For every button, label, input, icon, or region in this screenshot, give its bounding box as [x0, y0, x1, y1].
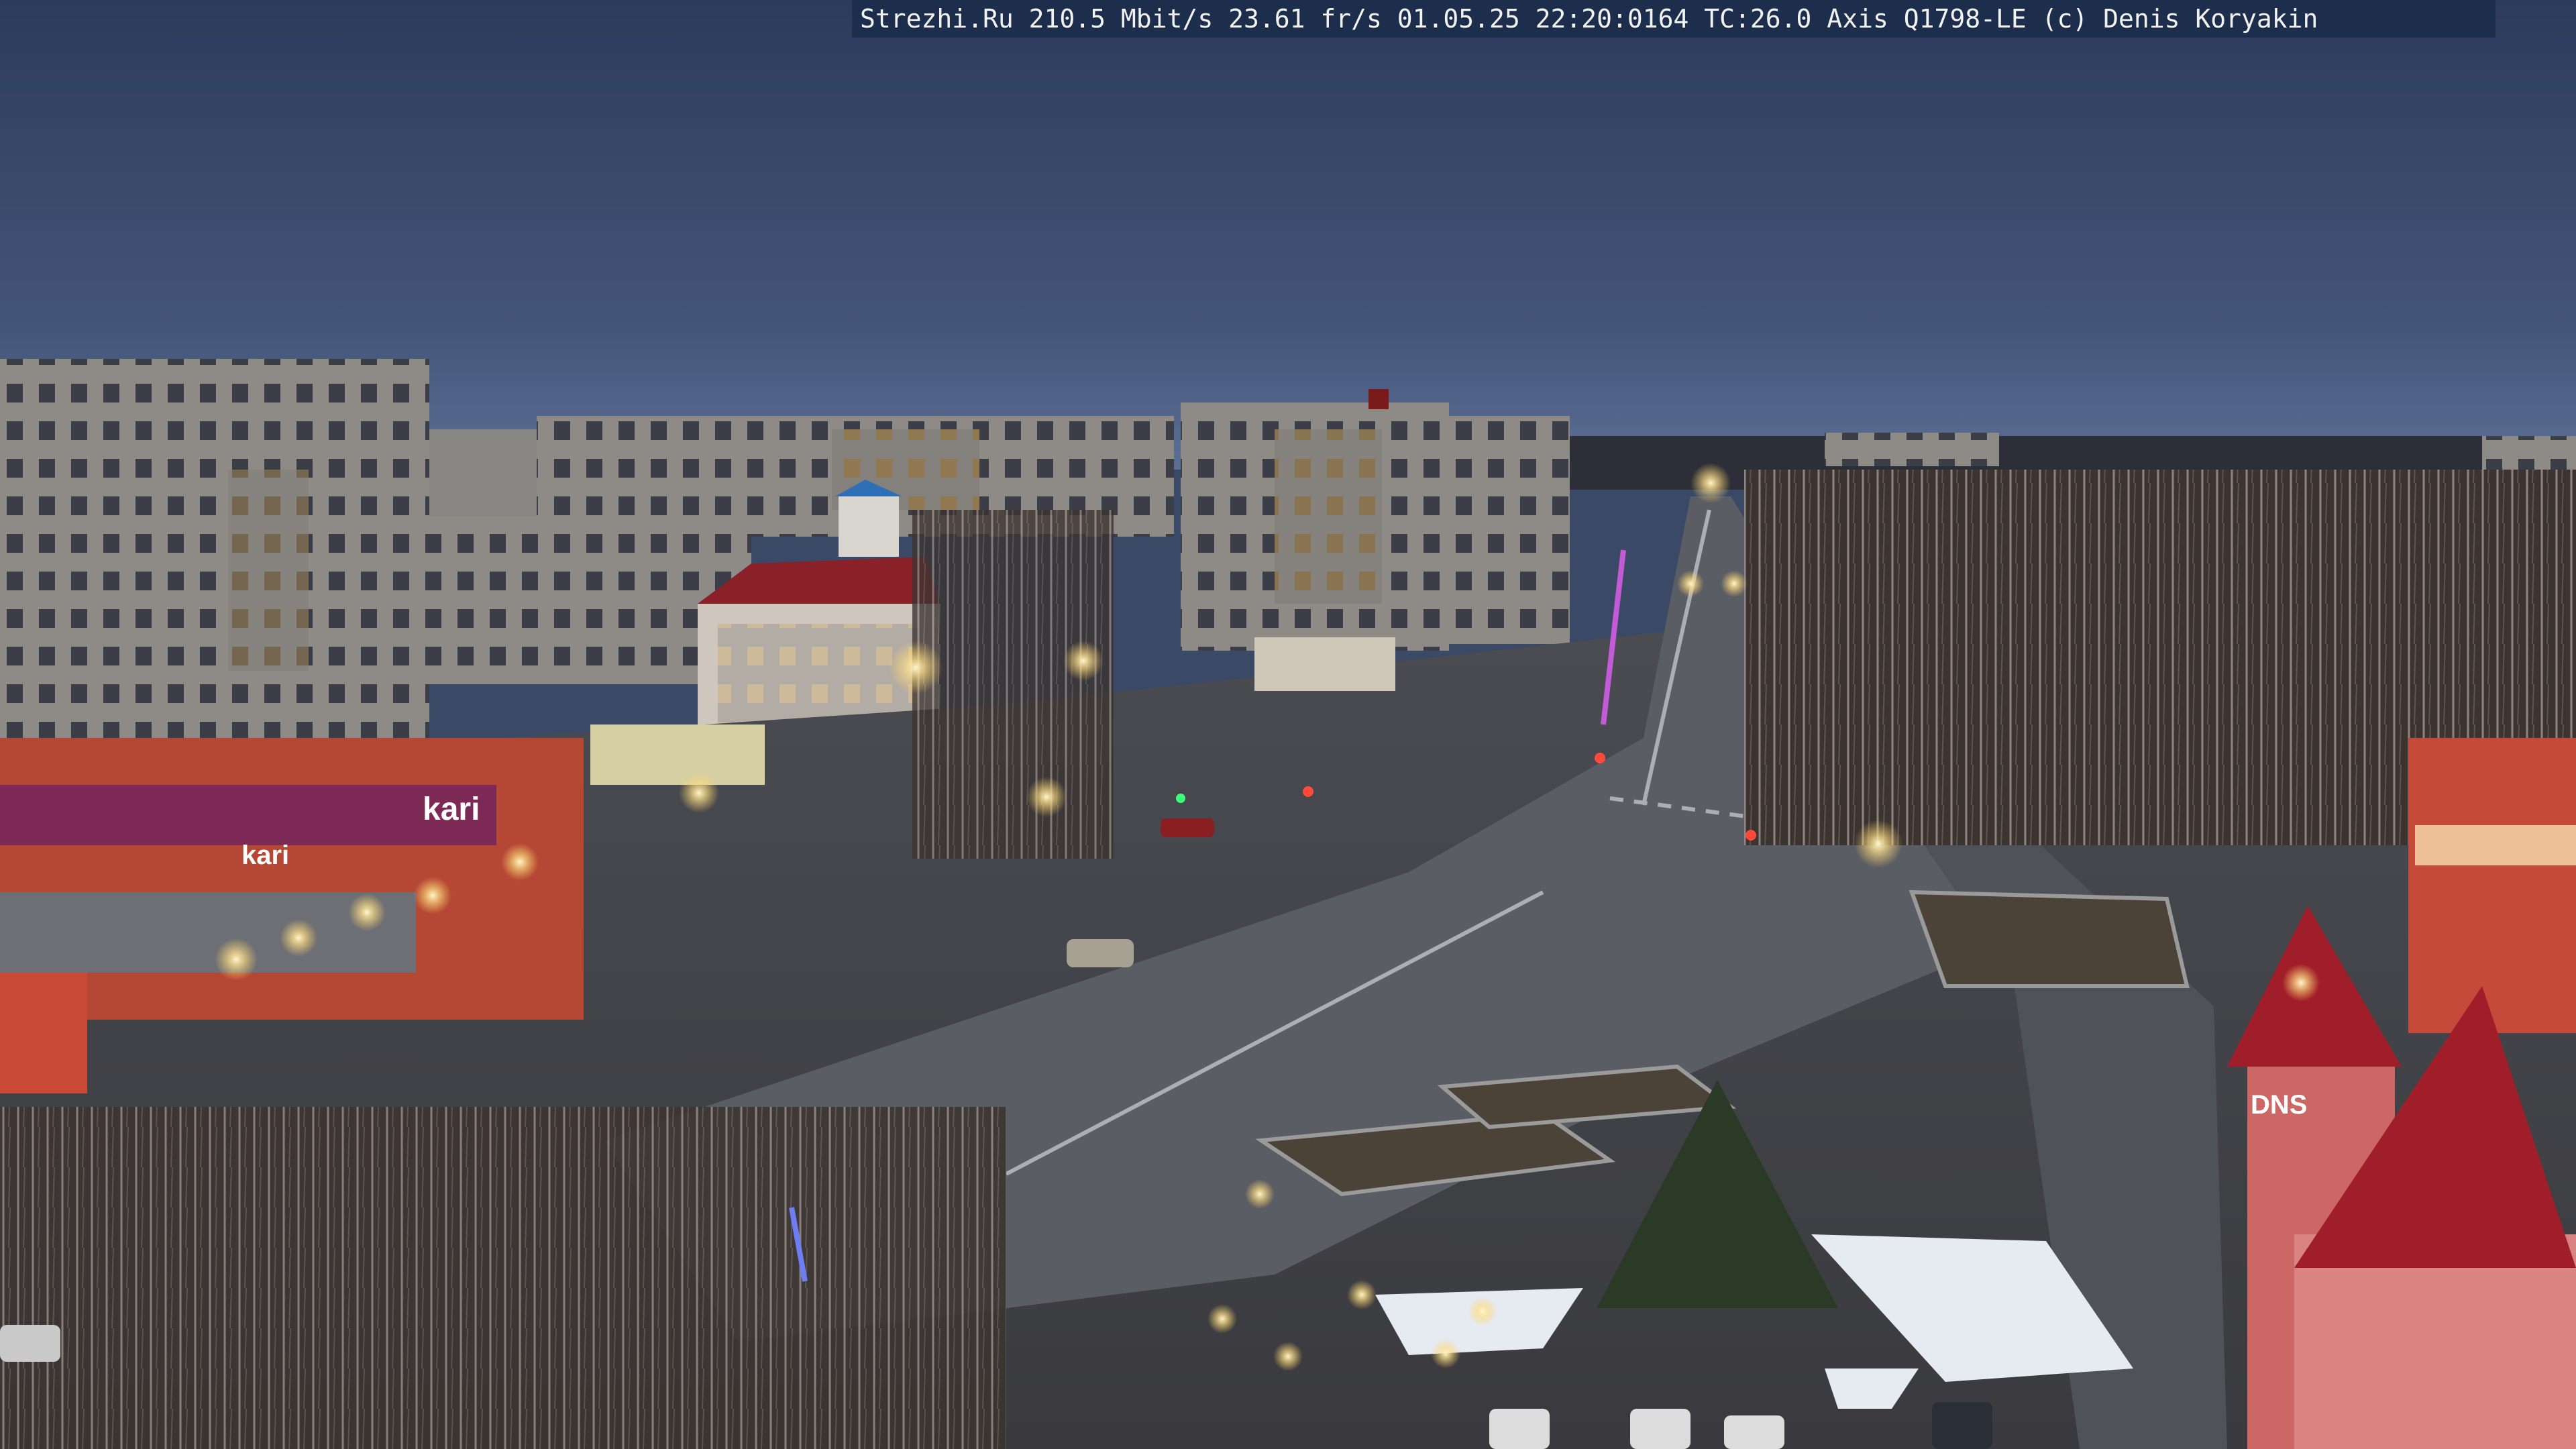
webcam-scene: kari kari DNS — [0, 0, 2576, 1449]
dns-sign: DNS — [2251, 1090, 2307, 1120]
left-apartment-block — [0, 359, 429, 802]
camera-info-overlay: Strezhi.Ru 210.5 Mbit/s 23.61 fr/s 01.05… — [852, 0, 2496, 38]
kari-sign-large: kari — [423, 792, 480, 827]
pavilion — [590, 724, 765, 785]
trees-center-left — [912, 510, 1114, 859]
camera-info-text: Strezhi.Ru 210.5 Mbit/s 23.61 fr/s 01.05… — [860, 4, 2318, 34]
tall-apartment-center — [1181, 389, 1570, 651]
stage-building — [1254, 637, 1395, 691]
birch-grove-left — [0, 1107, 1006, 1449]
kari-sign-small: kari — [241, 841, 289, 870]
